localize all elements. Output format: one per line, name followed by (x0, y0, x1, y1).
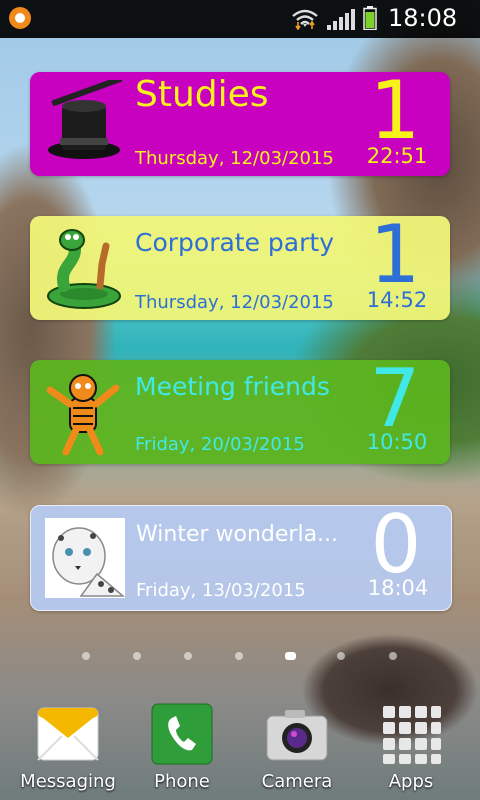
event-title: Studies (135, 74, 269, 115)
app-dock: Messaging Phone Camera Apps (0, 694, 480, 800)
page-dot[interactable] (389, 652, 397, 660)
magic-hat-icon (48, 80, 123, 159)
event-date: Friday, 13/03/2015 (136, 580, 306, 601)
event-date: Thursday, 12/03/2015 (135, 292, 334, 313)
event-widget-meeting-friends[interactable]: Meeting friends Friday, 20/03/2015 7 10:… (30, 354, 450, 464)
snake-icon (47, 229, 121, 309)
page-dot[interactable] (184, 652, 192, 660)
event-title: Winter wonderla... (136, 522, 339, 547)
dock-label: Apps (388, 771, 434, 792)
dock-label: Messaging (20, 771, 116, 792)
dock-phone[interactable]: Phone (127, 694, 237, 800)
dock-camera[interactable]: Camera (242, 694, 352, 800)
event-time: 14:52 (366, 288, 428, 312)
messaging-icon (37, 707, 99, 761)
page-dot[interactable] (133, 652, 141, 660)
dock-label: Phone (154, 771, 210, 792)
app-notification-icon (9, 7, 31, 29)
dock-label: Camera (261, 771, 333, 792)
event-time: 22:51 (366, 144, 428, 168)
event-widget-winter-wonderland[interactable]: Winter wonderla... Friday, 13/03/2015 0 … (30, 500, 452, 611)
status-bar: 18:08 (0, 0, 480, 38)
page-indicator (0, 652, 480, 662)
tiger-icon (46, 374, 120, 456)
status-time: 18:08 (388, 4, 458, 32)
wifi-icon (292, 9, 318, 30)
phone-icon (151, 703, 213, 765)
signal-strength-icon (327, 9, 355, 30)
apps-grid-icon (383, 706, 441, 764)
event-date: Thursday, 12/03/2015 (135, 148, 334, 169)
page-dot[interactable] (337, 652, 345, 660)
days-count: 1 (369, 208, 421, 301)
event-time: 18:04 (367, 576, 429, 600)
event-time: 10:50 (366, 430, 428, 454)
camera-icon (266, 710, 328, 761)
event-title: Meeting friends (135, 372, 330, 401)
event-title: Corporate party (135, 228, 334, 257)
page-dot-active[interactable] (285, 652, 296, 660)
snow-leopard-icon (45, 518, 126, 598)
days-count: 1 (369, 64, 421, 157)
event-widget-corporate-party[interactable]: Corporate party Thursday, 12/03/2015 1 1… (30, 210, 450, 320)
event-date: Friday, 20/03/2015 (135, 434, 305, 455)
page-dot[interactable] (82, 652, 90, 660)
dock-messaging[interactable]: Messaging (13, 694, 123, 800)
battery-icon (363, 6, 377, 30)
page-dot[interactable] (235, 652, 243, 660)
dock-apps[interactable]: Apps (356, 694, 466, 800)
event-widget-studies[interactable]: Studies Thursday, 12/03/2015 1 22:51 (30, 66, 450, 176)
